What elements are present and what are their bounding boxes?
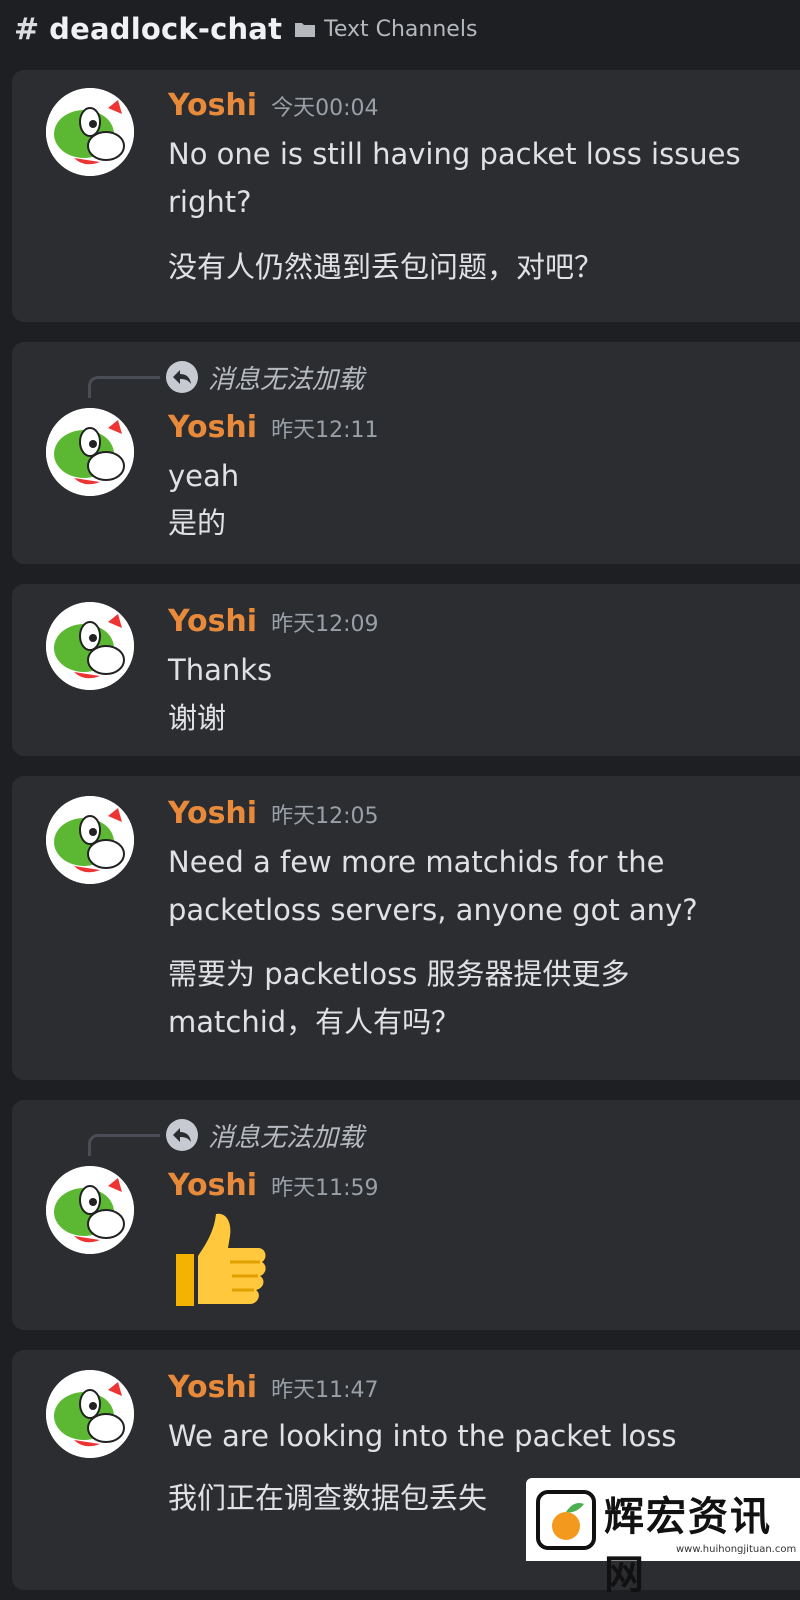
username[interactable]: Yoshi — [168, 410, 257, 445]
reply-icon — [166, 1119, 198, 1151]
message-translation: 没有人仍然遇到丢包问题，对吧？ — [168, 250, 604, 284]
message-translation: 谢谢 — [168, 701, 227, 735]
folder-icon — [294, 21, 316, 38]
username[interactable]: Yoshi — [168, 796, 257, 831]
timestamp: 今天00:04 — [271, 96, 379, 121]
avatar[interactable] — [46, 88, 134, 176]
username[interactable]: Yoshi — [168, 1370, 257, 1405]
watermark: 辉宏资讯网 www.huihongjituan.com — [526, 1478, 800, 1598]
watermark-logo-icon — [534, 1488, 598, 1556]
reply-icon — [166, 361, 198, 393]
message-card[interactable]: 消息无法加载 Yoshi 昨天12:11 yeah 是的 — [12, 342, 800, 564]
timestamp: 昨天12:11 — [271, 418, 379, 443]
avatar[interactable] — [46, 1166, 134, 1254]
avatar[interactable] — [46, 796, 134, 884]
message-text: Need a few more matchids for the packetl… — [168, 845, 698, 927]
username[interactable]: Yoshi — [168, 604, 257, 639]
message-text: Thanks — [168, 653, 273, 687]
reply-text: 消息无法加载 — [208, 364, 365, 395]
message-text: We are looking into the packet loss — [168, 1419, 677, 1453]
message-card[interactable]: Yoshi 昨天12:09 Thanks 谢谢 — [12, 584, 800, 756]
message-translation: 是的 — [168, 506, 227, 540]
watermark-text: 辉宏资讯网 — [604, 1493, 772, 1598]
thumbs-up-icon — [170, 1208, 270, 1316]
avatar[interactable] — [46, 408, 134, 496]
timestamp: 昨天12:09 — [271, 612, 379, 637]
timestamp: 昨天12:05 — [271, 804, 379, 829]
channel-header: # deadlock-chat Text Channels — [0, 0, 800, 58]
category-name[interactable]: Text Channels — [324, 17, 477, 42]
avatar[interactable] — [46, 602, 134, 690]
reply-preview[interactable]: 消息无法加载 — [88, 1114, 364, 1156]
timestamp: 昨天11:59 — [271, 1176, 379, 1201]
message-card[interactable]: Yoshi 今天00:04 No one is still having pac… — [12, 70, 800, 322]
reply-connector — [88, 376, 160, 398]
reply-connector — [88, 1134, 160, 1156]
message-card[interactable]: Yoshi 昨天12:05 Need a few more matchids f… — [12, 776, 800, 1080]
reply-text: 消息无法加载 — [208, 1122, 365, 1153]
timestamp: 昨天11:47 — [271, 1378, 379, 1403]
channel-name[interactable]: deadlock-chat — [49, 12, 282, 46]
message-text: No one is still having packet loss issue… — [168, 137, 741, 219]
username[interactable]: Yoshi — [168, 1168, 257, 1203]
hash-icon: # — [14, 11, 40, 47]
message-translation: 需要为 packetloss 服务器提供更多 matchid，有人有吗？ — [168, 957, 630, 1039]
message-card[interactable]: 消息无法加载 Yoshi 昨天11:59 — [12, 1100, 800, 1330]
watermark-url: www.huihongjituan.com — [676, 1544, 797, 1555]
username[interactable]: Yoshi — [168, 88, 257, 123]
message-text: yeah — [168, 459, 240, 493]
avatar[interactable] — [46, 1370, 134, 1458]
reply-preview[interactable]: 消息无法加载 — [88, 356, 364, 398]
